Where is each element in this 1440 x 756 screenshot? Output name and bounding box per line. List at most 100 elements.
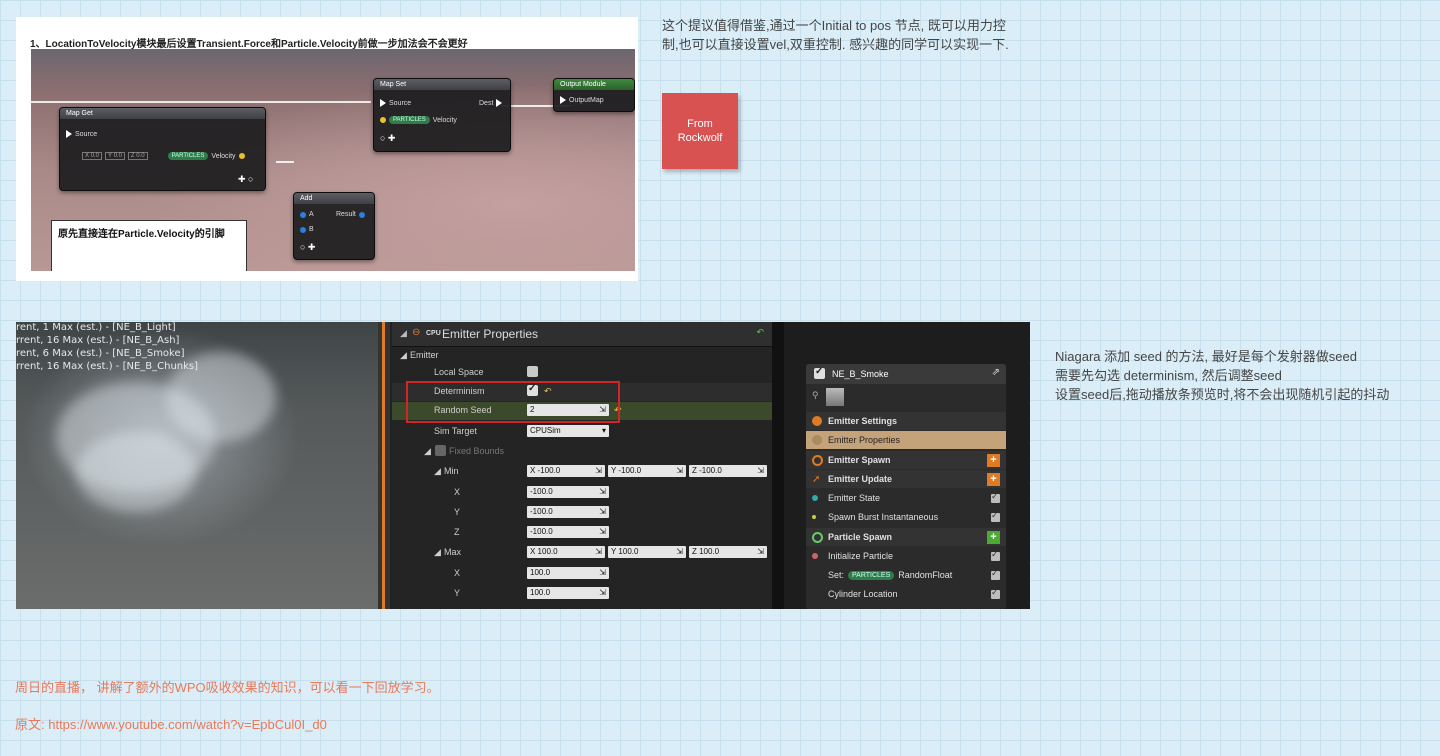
sim-target-select[interactable]: CPUSim ▾	[527, 425, 609, 437]
min-x-input[interactable]: X -100.0 ⇲	[527, 465, 605, 477]
row-fixed-bounds: ◢ Fixed Bounds	[392, 443, 772, 461]
max-label: Max	[444, 547, 462, 557]
add-pin-icon[interactable]: ○ ✚	[380, 133, 395, 144]
panel-divider[interactable]	[378, 322, 390, 609]
cpu-icon	[812, 435, 822, 445]
x-value: -100.0	[530, 487, 553, 496]
emitter-node[interactable]: NE_B_Smoke ⇗ ⚲ Emitter Settings Emitter …	[806, 364, 1006, 609]
stack-item-label: Emitter Properties	[828, 435, 901, 445]
result-label: Result	[336, 211, 356, 218]
min-z-value: Z -100.0	[692, 466, 722, 475]
highlight-box	[406, 381, 620, 423]
max-z-input[interactable]: Z 100.0 ⇲	[689, 546, 767, 558]
cpu-icon: CPU	[426, 330, 441, 337]
emitter-enable-checkbox[interactable]	[814, 366, 825, 379]
max-x-input[interactable]: X 100.0 ⇲	[527, 546, 605, 558]
y-label: Y	[454, 507, 461, 517]
stack-item[interactable]: Emitter State	[806, 489, 1006, 507]
min-y-input[interactable]: Y -100.0 ⇲	[608, 465, 686, 477]
stack-item[interactable]: Initialize Particle	[806, 547, 1006, 565]
add-module-button[interactable]: +	[987, 453, 1000, 467]
x-input[interactable]: 100.0 ⇲	[527, 567, 609, 579]
panel-title: Emitter Properties	[442, 327, 539, 341]
z-input[interactable]: -100.0 ⇲	[527, 526, 609, 538]
source-link[interactable]: 原文: https://www.youtube.com/watch?v=EpbC…	[15, 714, 327, 733]
viewport-stat: rent, 6 Max (est.) - [NE_B_Smoke]	[16, 348, 185, 359]
map-set-node[interactable]: Map Set Source Dest PARTICLES Velocity ○…	[373, 78, 511, 152]
sim-target-value: CPUSim	[530, 426, 561, 435]
min-z-input[interactable]: Z -100.0 ⇲	[689, 465, 767, 477]
b-pin-icon[interactable]	[300, 226, 306, 233]
niagara-screenshot: rent, 1 Max (est.) - [NE_B_Light] rrent,…	[16, 322, 1030, 609]
stack-item[interactable]: Spawn Burst Instantaneous	[806, 508, 1006, 526]
x-label: X	[454, 568, 461, 578]
fixed-bounds-checkbox[interactable]	[435, 445, 446, 456]
result-pin-icon[interactable]	[358, 211, 365, 218]
update-icon: ➚	[812, 474, 821, 485]
stack-item[interactable]: Emitter Spawn +	[806, 451, 1006, 469]
suggestion-text: 这个提议值得借鉴,通过一个Initial to pos 节点, 既可以用力控制,…	[662, 18, 1009, 52]
stack-item[interactable]: Cylinder Location	[806, 585, 1006, 603]
viewport[interactable]: rent, 1 Max (est.) - [NE_B_Light] rrent,…	[16, 322, 378, 609]
collapse-arrow-icon[interactable]: ◢	[424, 446, 431, 457]
stack-item-label: Spawn Burst Instantaneous	[828, 512, 939, 522]
max-y-value: Y 100.0	[611, 547, 639, 556]
add-pin-icon[interactable]: ○ ✚	[300, 242, 315, 253]
module-enable-checkbox[interactable]	[991, 587, 1000, 599]
stack-item-selected[interactable]: Emitter Properties	[806, 431, 1006, 449]
settings-icon	[812, 416, 822, 426]
velocity-pin-icon[interactable]	[238, 153, 245, 159]
module-enable-checkbox[interactable]	[991, 568, 1000, 580]
stack-item[interactable]: Set: PARTICLES RandomFloat	[806, 566, 1006, 584]
pin-icon[interactable]: ⚲	[812, 390, 819, 401]
emitter-stack-panel: NE_B_Smoke ⇗ ⚲ Emitter Settings Emitter …	[784, 322, 1030, 609]
collapse-arrow-icon[interactable]: ◢	[434, 466, 441, 477]
particle-spawn-icon	[812, 531, 823, 543]
add-pin-icon[interactable]: ✚ ○	[238, 174, 253, 185]
collapse-arrow-icon[interactable]: ◢	[400, 328, 407, 339]
max-z-value: Z 100.0	[692, 547, 720, 556]
node-title: Map Get	[60, 108, 265, 119]
wire	[31, 101, 371, 103]
section-emitter[interactable]: ◢ Emitter	[392, 347, 772, 365]
local-space-checkbox[interactable]	[527, 366, 538, 377]
y-field[interactable]: Y 0.0	[105, 152, 125, 160]
velocity-pin-icon[interactable]	[380, 117, 386, 123]
wire	[276, 161, 294, 163]
set-label: Set:	[828, 570, 845, 580]
collapse-arrow-icon[interactable]: ◢	[434, 547, 441, 558]
module-enable-checkbox[interactable]	[991, 491, 1000, 503]
smoke-effect	[76, 432, 196, 512]
emitter-header: NE_B_Smoke ⇗	[806, 364, 1006, 384]
row-max: ◢ Max X 100.0 ⇲ Y 100.0 ⇲ Z 100.0 ⇲	[392, 544, 772, 562]
seed-text-line: 需要先勾选 determinism, 然后调整seed	[1055, 368, 1282, 383]
x-field[interactable]: X 0.0	[82, 152, 103, 160]
exec-pin-icon	[380, 99, 386, 107]
stack-item-label: Emitter Update	[828, 474, 893, 484]
output-module-node[interactable]: Output Module OutputMap	[553, 78, 635, 112]
exec-pin-icon[interactable]	[560, 96, 566, 104]
open-external-icon[interactable]: ⇗	[992, 367, 1000, 378]
panel-divider	[772, 322, 784, 609]
stack-item[interactable]: ➚ Emitter Update +	[806, 470, 1006, 488]
y-input[interactable]: -100.0 ⇲	[527, 506, 609, 518]
reset-icon[interactable]: ↶	[756, 327, 764, 338]
x-input[interactable]: -100.0 ⇲	[527, 486, 609, 498]
viewport-stat: rrent, 16 Max (est.) - [NE_B_Chunks]	[16, 361, 199, 372]
module-enable-checkbox[interactable]	[991, 510, 1000, 522]
stack-item[interactable]: Particle Spawn +	[806, 528, 1006, 546]
add-module-button[interactable]: +	[987, 472, 1000, 486]
map-get-node[interactable]: Map Get Source X 0.0 Y 0.0 Z 0.0 PARTICL…	[59, 107, 266, 191]
stack-item[interactable]: Emitter Settings	[806, 412, 1006, 430]
row-sim-target: Sim Target CPUSim ▾	[392, 423, 772, 441]
z-field[interactable]: Z 0.0	[127, 152, 148, 160]
add-node[interactable]: Add A Result B ○ ✚	[293, 192, 375, 260]
livestream-note: 周日的直播， 讲解了额外的WPO吸收效果的知识，可以看一下回放学习。	[15, 680, 440, 695]
module-enable-checkbox[interactable]	[991, 549, 1000, 561]
exec-pin-icon[interactable]	[496, 99, 503, 107]
y-input[interactable]: 100.0 ⇲	[527, 587, 609, 599]
a-pin-icon[interactable]	[300, 211, 306, 218]
node-title: Map Set	[374, 79, 510, 90]
max-y-input[interactable]: Y 100.0 ⇲	[608, 546, 686, 558]
add-module-button[interactable]: +	[987, 530, 1000, 544]
